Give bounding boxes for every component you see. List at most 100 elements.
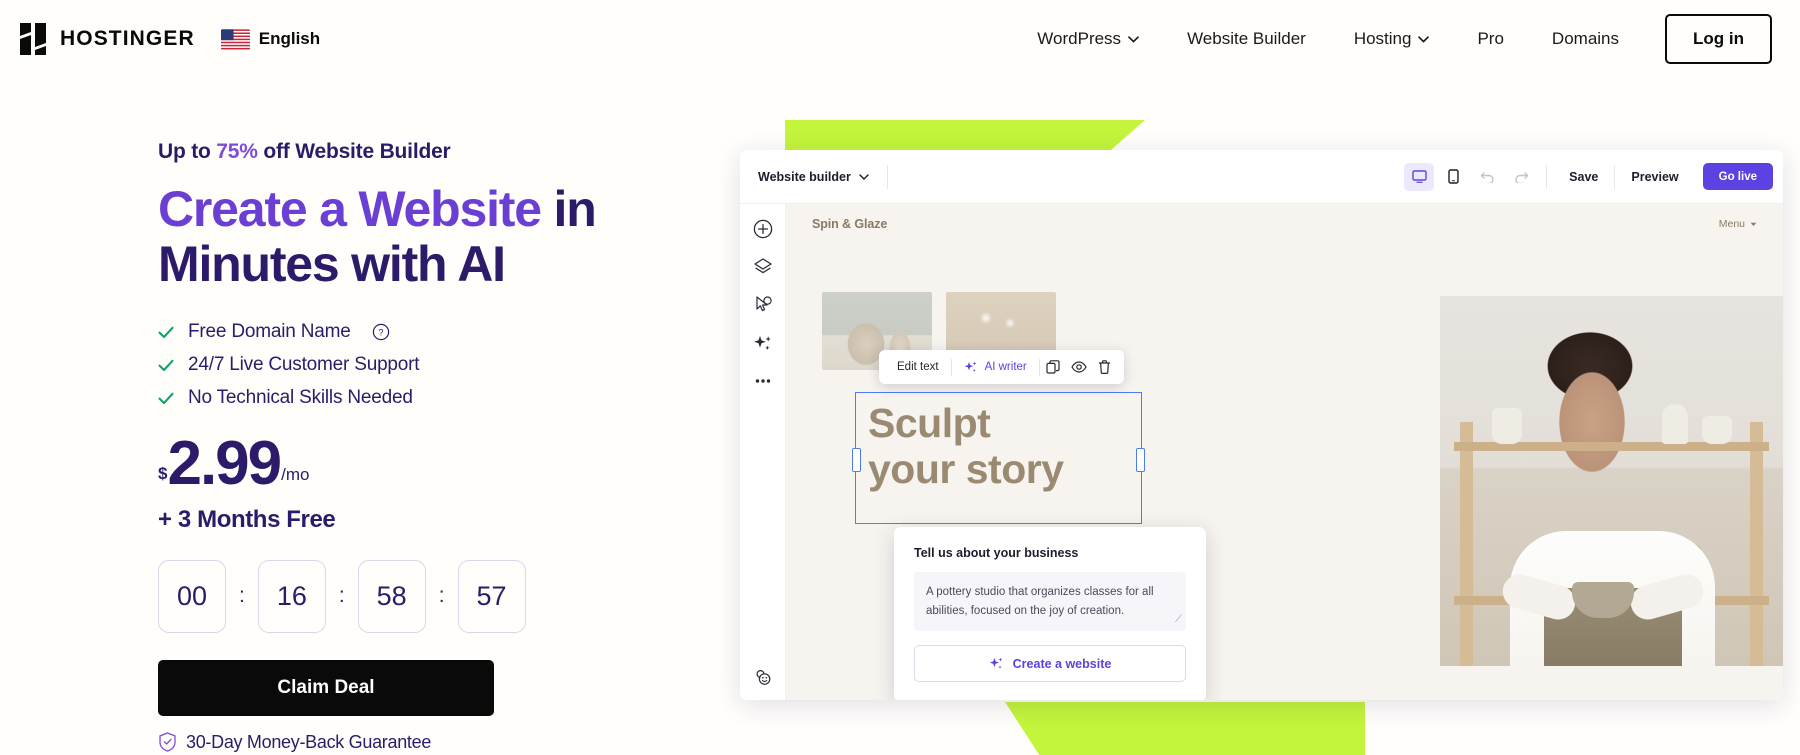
- preview-button[interactable]: Preview: [1617, 170, 1692, 184]
- hero-line-1: Sculpt: [868, 400, 991, 446]
- countdown-minutes: 58: [357, 559, 426, 633]
- nav-label: Pro: [1477, 29, 1504, 48]
- desktop-view-button[interactable]: [1404, 162, 1435, 191]
- countdown-days: 00: [158, 559, 226, 633]
- list-item: 24/7 Live Customer Support: [158, 354, 718, 376]
- logo-wordmark: HOSTINGER: [60, 27, 195, 50]
- list-item: No Technical Skills Needed: [158, 387, 718, 409]
- login-button[interactable]: Log in: [1665, 14, 1772, 64]
- site-hero-photo[interactable]: [1440, 296, 1783, 666]
- headline-rest: in: [540, 181, 597, 237]
- eyebrow-pre: Up to: [158, 140, 217, 163]
- countdown-separator: :: [239, 584, 245, 608]
- save-button[interactable]: Save: [1555, 170, 1612, 184]
- desktop-icon: [1411, 169, 1427, 183]
- chevron-down-icon: [1128, 35, 1139, 43]
- chevron-down-icon: [1750, 222, 1757, 226]
- promo-eyebrow: Up to 75% off Website Builder: [158, 140, 718, 164]
- mobile-icon: [1447, 169, 1459, 184]
- nav-label: Hosting: [1353, 29, 1412, 48]
- business-description-value: A pottery studio that organizes classes …: [926, 586, 1154, 617]
- layers-icon[interactable]: [752, 256, 774, 278]
- pottery-piece: [1492, 408, 1522, 444]
- site-title: Spin & Glaze: [812, 217, 888, 231]
- toolbar-divider: [886, 164, 888, 189]
- us-flag-icon: [220, 28, 250, 50]
- redo-button[interactable]: [1506, 163, 1536, 191]
- guarantee-note: 30-Day Money-Back Guarantee: [158, 732, 718, 753]
- site-menu-toggle[interactable]: Menu: [1719, 218, 1757, 230]
- eye-icon: [1071, 361, 1087, 373]
- ai-writer-label: AI writer: [984, 361, 1027, 373]
- nav-label: WordPress: [1037, 29, 1122, 48]
- feature-label: No Technical Skills Needed: [188, 387, 413, 408]
- hostinger-logo[interactable]: HOSTINGER: [18, 22, 195, 56]
- toolbar-actions: Save Preview Go live: [1402, 162, 1773, 191]
- claim-deal-button[interactable]: Claim Deal: [158, 659, 494, 716]
- help-circle-icon[interactable]: ?: [372, 323, 390, 341]
- undo-button[interactable]: [1472, 163, 1502, 191]
- element-float-toolbar: Edit text AI writer: [879, 350, 1124, 384]
- nav-item-domains[interactable]: Domains: [1528, 19, 1643, 59]
- design-cursor-icon[interactable]: [752, 294, 774, 316]
- countdown-hours: 16: [257, 559, 326, 633]
- pottery-piece: [1662, 404, 1688, 444]
- feature-label: Free Domain Name: [188, 321, 351, 342]
- delete-button[interactable]: [1092, 350, 1118, 384]
- countdown-separator: :: [338, 584, 345, 608]
- site-header: HOSTINGER English WordPress Website Buil…: [0, 0, 1800, 78]
- builder-window: Website builder Save Preview Go live Spi…: [740, 150, 1783, 700]
- landing-page: HOSTINGER English WordPress Website Buil…: [0, 0, 1800, 755]
- nav-item-website-builder[interactable]: Website Builder: [1163, 19, 1330, 59]
- language-label: English: [258, 29, 321, 48]
- lime-accent-bottom: [1005, 702, 1365, 755]
- hostinger-mark-icon: [20, 23, 46, 55]
- currency-symbol: $: [158, 463, 168, 483]
- countdown-timer: 00 : 16 : 58 : 57: [158, 559, 718, 633]
- edit-text-label: Edit text: [897, 361, 939, 373]
- shield-check-icon: [159, 732, 176, 753]
- guarantee-text: 30-Day Money-Back Guarantee: [186, 731, 432, 752]
- ai-prompt-panel: Tell us about your business A pottery st…: [894, 527, 1206, 700]
- eyebrow-discount: 75%: [216, 140, 258, 163]
- builder-body: Spin & Glaze Menu Sculpt your story Edit…: [740, 204, 1783, 700]
- redo-icon: [1514, 172, 1528, 183]
- pottery-piece: [1702, 416, 1732, 444]
- nav-item-wordpress[interactable]: WordPress: [1013, 19, 1163, 59]
- nav-item-pro[interactable]: Pro: [1453, 19, 1527, 59]
- site-hero-heading: Sculpt your story: [868, 400, 1064, 493]
- add-circle-icon[interactable]: [752, 218, 774, 240]
- page-title: Create a Website in Minutes with AI: [158, 182, 718, 291]
- create-website-label: Create a website: [1012, 656, 1112, 671]
- feedback-smiley-icon[interactable]: [752, 666, 774, 688]
- list-item: Free Domain Name ?: [158, 321, 718, 343]
- countdown-separator: :: [438, 584, 445, 608]
- svg-text:?: ?: [378, 328, 383, 338]
- create-website-button[interactable]: Create a website: [914, 645, 1186, 683]
- toolbar-divider: [1546, 164, 1548, 189]
- trash-icon: [1099, 360, 1111, 374]
- price-period: /mo: [281, 464, 310, 484]
- builder-mockup: Website builder Save Preview Go live Spi…: [740, 120, 1800, 755]
- sidebar-footer: [740, 666, 785, 688]
- resize-handle-icon[interactable]: ⟋: [1175, 612, 1182, 628]
- hero-line-2: your story: [868, 445, 1064, 492]
- nav-item-hosting[interactable]: Hosting: [1330, 19, 1454, 59]
- check-icon: [158, 326, 174, 338]
- price-display: $ 2.99 /mo: [158, 433, 718, 495]
- visibility-button[interactable]: [1066, 350, 1092, 384]
- hero-content: Up to 75% off Website Builder Create a W…: [158, 140, 718, 753]
- duplicate-button[interactable]: [1040, 350, 1066, 384]
- ai-sparkle-icon: [964, 361, 977, 372]
- project-selector[interactable]: Website builder: [758, 170, 869, 184]
- mobile-view-button[interactable]: [1438, 163, 1468, 191]
- language-switcher[interactable]: English: [220, 28, 321, 50]
- ai-writer-button[interactable]: AI writer: [952, 350, 1039, 384]
- business-description-input[interactable]: A pottery studio that organizes classes …: [914, 572, 1186, 632]
- feature-list: Free Domain Name ? 24/7 Live Customer Su…: [158, 321, 718, 409]
- edit-text-button[interactable]: Edit text: [885, 350, 951, 384]
- more-options-icon[interactable]: [752, 370, 774, 392]
- project-selector-label: Website builder: [758, 169, 851, 184]
- ai-sparkle-icon[interactable]: [752, 332, 774, 354]
- go-live-button[interactable]: Go live: [1702, 163, 1773, 190]
